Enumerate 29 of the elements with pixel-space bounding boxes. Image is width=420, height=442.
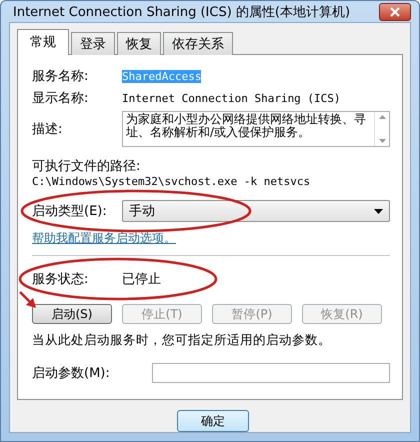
scroll-up-icon[interactable] bbox=[378, 115, 386, 119]
window-title: Internet Connection Sharing (ICS) 的属性(本地计算机) bbox=[12, 4, 350, 20]
field-label: 可执行文件的路径: bbox=[32, 158, 142, 175]
path-value: C:\Windows\System32\svchost.exe -k netsvcs bbox=[32, 175, 312, 188]
ok-button[interactable]: 确定 bbox=[177, 410, 249, 432]
field-label: 服务名称: bbox=[32, 68, 90, 85]
help-link[interactable]: 帮助我配置服务启动选项。 bbox=[32, 231, 176, 245]
close-button[interactable] bbox=[379, 2, 411, 20]
field-label: 显示名称: bbox=[32, 90, 90, 107]
description-box[interactable]: 为家庭和小型办公网络提供网络地址转换、寻址、名称解析和/或入侵保护服务。 bbox=[122, 111, 390, 147]
field-label: 启动类型(E): bbox=[32, 203, 108, 220]
field-label: 描述: bbox=[32, 121, 64, 138]
service-button[interactable]: 启动(S) bbox=[32, 304, 112, 324]
status-value: 已停止 bbox=[122, 271, 161, 288]
field-label: 服务状态: bbox=[32, 271, 90, 288]
startup-type-dropdown[interactable]: 手动 bbox=[122, 200, 390, 222]
service-name-value: SharedAccess bbox=[122, 70, 202, 82]
close-icon bbox=[390, 6, 400, 16]
field-label: 启动参数(M): bbox=[32, 365, 111, 382]
tab[interactable]: 常规 bbox=[17, 29, 69, 55]
display-name-value: Internet Connection Sharing (ICS) bbox=[122, 92, 341, 104]
tab[interactable]: 依存关系 bbox=[163, 32, 233, 55]
scroll-down-icon[interactable] bbox=[378, 139, 386, 143]
pointer-arrow bbox=[19, 291, 36, 308]
hint-text: 当从此处启动服务时，您可指定所适用的启动参数。 bbox=[32, 332, 332, 349]
start-parameters-field[interactable] bbox=[152, 363, 390, 383]
tab[interactable]: 恢复 bbox=[117, 32, 161, 55]
dropdown-arrow-icon bbox=[374, 208, 383, 214]
tab[interactable]: 登录 bbox=[71, 32, 115, 55]
